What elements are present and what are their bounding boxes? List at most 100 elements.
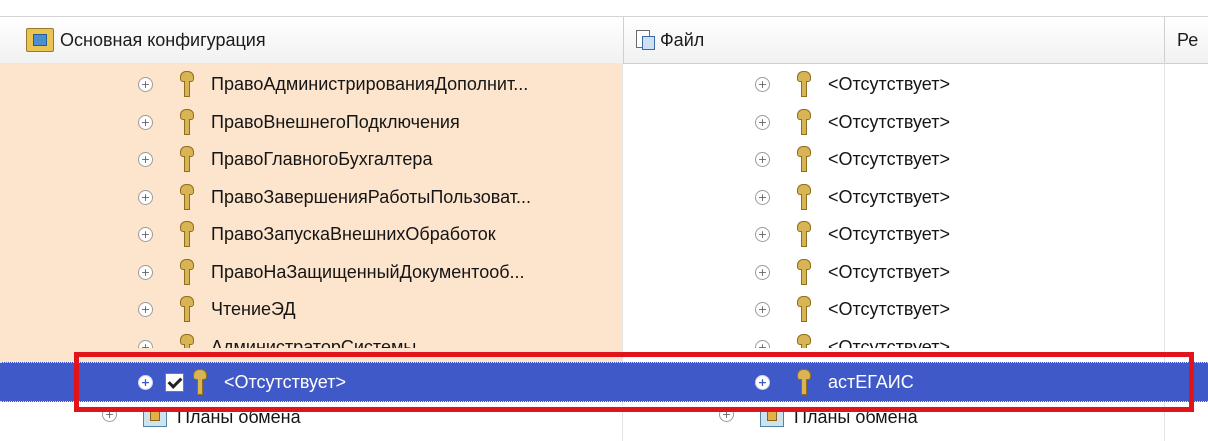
tree-cell-file: + <Отсутствует> <box>623 140 1164 178</box>
expand-plus-icon[interactable]: + <box>102 407 117 422</box>
column-header-result[interactable]: Ре <box>1164 17 1208 63</box>
tree-cell-file: + Планы обмена <box>623 403 1164 441</box>
expand-plus-icon[interactable]: + <box>755 226 770 242</box>
column-header-file[interactable]: Файл <box>623 17 1165 63</box>
expand-plus-icon[interactable]: + <box>755 189 770 205</box>
role-key-icon <box>796 71 811 97</box>
expand-plus-icon[interactable]: + <box>719 407 734 422</box>
role-name: <Отсутствует> <box>828 73 950 94</box>
tree-cell-file: + <Отсутствует> <box>623 290 1164 328</box>
role-key-icon <box>179 109 194 135</box>
role-key-icon <box>179 259 194 285</box>
expand-plus-icon[interactable]: + <box>755 76 770 92</box>
role-key-icon <box>796 369 811 395</box>
role-key-icon <box>796 296 811 322</box>
expand-plus-icon[interactable]: + <box>755 339 770 348</box>
role-key-icon <box>796 184 811 210</box>
role-name: ПравоЗапускаВнешнихОбработок <box>211 223 496 244</box>
merge-checkbox[interactable] <box>165 372 184 392</box>
tree-row-role[interactable]: + ЧтениеЭД + <Отсутствует> <box>0 290 1208 328</box>
tree-cell-config: + Планы обмена <box>0 403 622 441</box>
tree-cell-config: + АдминистраторСистемы <box>0 328 622 348</box>
expand-plus-icon[interactable]: + <box>755 301 770 317</box>
expand-plus-icon[interactable]: + <box>138 114 153 130</box>
tree-row-role[interactable]: + ПравоНаЗащищенныйДокументооб... + <Отс… <box>0 253 1208 291</box>
group-name: Планы обмена <box>794 407 918 427</box>
role-key-icon <box>796 334 811 348</box>
column-header-file-label: Файл <box>660 29 705 50</box>
role-key-icon <box>192 369 207 395</box>
tree-cell-file: + <Отсутствует> <box>623 215 1164 253</box>
role-key-icon <box>796 259 811 285</box>
file-icon <box>636 30 655 50</box>
tree-row-role[interactable]: + ПравоГлавногоБухгалтера + <Отсутствует… <box>0 140 1208 178</box>
tree-row-role[interactable]: + ПравоАдминистрированияДополнит... + <О… <box>0 65 1208 103</box>
tree-row-role-partially-hidden[interactable]: + АдминистраторСистемы + <Отсутствует> <box>0 328 1208 348</box>
role-name: ПравоЗавершенияРаботыПользоват... <box>211 186 532 207</box>
configuration-icon <box>26 28 54 52</box>
expand-plus-icon[interactable]: + <box>755 264 770 280</box>
role-key-icon <box>179 221 194 247</box>
tree-row-role[interactable]: + ПравоЗапускаВнешнихОбработок + <Отсутс… <box>0 215 1208 253</box>
role-key-icon <box>179 296 194 322</box>
role-name: <Отсутствует> <box>828 298 950 319</box>
tree-cell-config: + ЧтениеЭД <box>0 290 622 328</box>
tree-cell-config: + ПравоГлавногоБухгалтера <box>0 140 622 178</box>
tree-cell-file: + <Отсутствует> <box>623 178 1164 216</box>
role-key-icon <box>179 146 194 172</box>
expand-plus-icon[interactable]: + <box>755 374 770 390</box>
role-name: <Отсутствует> <box>828 336 950 349</box>
expand-plus-icon[interactable]: + <box>755 151 770 167</box>
expand-plus-icon[interactable]: + <box>755 114 770 130</box>
role-name: <Отсутствует> <box>828 148 950 169</box>
expand-plus-icon[interactable]: + <box>138 189 153 205</box>
role-key-icon <box>179 334 194 348</box>
tree-cell-config: + ПравоЗапускаВнешнихОбработок <box>0 215 622 253</box>
expand-plus-icon[interactable]: + <box>138 301 153 317</box>
role-name: <Отсутствует> <box>828 261 950 282</box>
role-name: ПравоГлавногоБухгалтера <box>211 148 433 169</box>
role-name: ЧтениеЭД <box>211 298 296 319</box>
column-header-main-config[interactable]: Основная конфигурация <box>0 17 622 63</box>
tree-row-role[interactable]: + ПравоЗавершенияРаботыПользоват... + <О… <box>0 178 1208 216</box>
tree-cell-config: + ПравоВнешнегоПодключения <box>0 103 622 141</box>
expand-plus-icon[interactable]: + <box>138 76 153 92</box>
role-name: ПравоАдминистрированияДополнит... <box>211 73 529 94</box>
role-key-icon <box>796 109 811 135</box>
role-key-icon <box>179 184 194 210</box>
tree-cell-config: + ПравоЗавершенияРаботыПользоват... <box>0 178 622 216</box>
tree-row-selected[interactable]: + <Отсутствует> + астЕГАИС <box>0 362 1208 402</box>
column-header-main-config-label: Основная конфигурация <box>60 29 266 50</box>
role-name: <Отсутствует> <box>828 223 950 244</box>
tree-cell-file: + <Отсутствует> <box>623 65 1164 103</box>
tree-cell-file: + <Отсутствует> <box>623 103 1164 141</box>
tree-cell-config: + ПравоНаЗащищенныйДокументооб... <box>0 253 622 291</box>
role-name: АдминистраторСистемы <box>211 336 417 349</box>
group-name: Планы обмена <box>177 407 301 427</box>
role-name: астЕГАИС <box>828 371 914 392</box>
column-header-bar: Основная конфигурация Файл Ре <box>0 16 1208 64</box>
expand-plus-icon[interactable]: + <box>138 339 153 348</box>
tree-cell-file: + <Отсутствует> <box>623 328 1164 348</box>
expand-plus-icon[interactable]: + <box>138 151 153 167</box>
role-name: ПравоНаЗащищенныйДокументооб... <box>211 261 525 282</box>
exchange-plan-icon <box>143 407 167 427</box>
tree-cell-config: + ПравоАдминистрированияДополнит... <box>0 65 622 103</box>
tree-cell-file: + <Отсутствует> <box>623 253 1164 291</box>
expand-plus-icon[interactable]: + <box>138 374 153 390</box>
role-key-icon <box>796 221 811 247</box>
expand-plus-icon[interactable]: + <box>138 264 153 280</box>
exchange-plan-icon <box>760 407 784 427</box>
role-name: ПравоВнешнегоПодключения <box>211 111 460 132</box>
column-header-result-label: Ре <box>1177 29 1199 50</box>
role-name: <Отсутствует> <box>828 186 950 207</box>
role-name: <Отсутствует> <box>828 111 950 132</box>
tree-cell-config: + <Отсутствует> <box>0 363 622 401</box>
tree-row-role[interactable]: + ПравоВнешнегоПодключения + <Отсутствуе… <box>0 103 1208 141</box>
tree-cell-file: + астЕГАИС <box>623 363 1164 401</box>
role-key-icon <box>179 71 194 97</box>
tree-row-exchange-plans[interactable]: + Планы обмена + Планы обмена <box>0 403 1208 441</box>
expand-plus-icon[interactable]: + <box>138 226 153 242</box>
role-name: <Отсутствует> <box>224 371 346 392</box>
role-key-icon <box>796 146 811 172</box>
